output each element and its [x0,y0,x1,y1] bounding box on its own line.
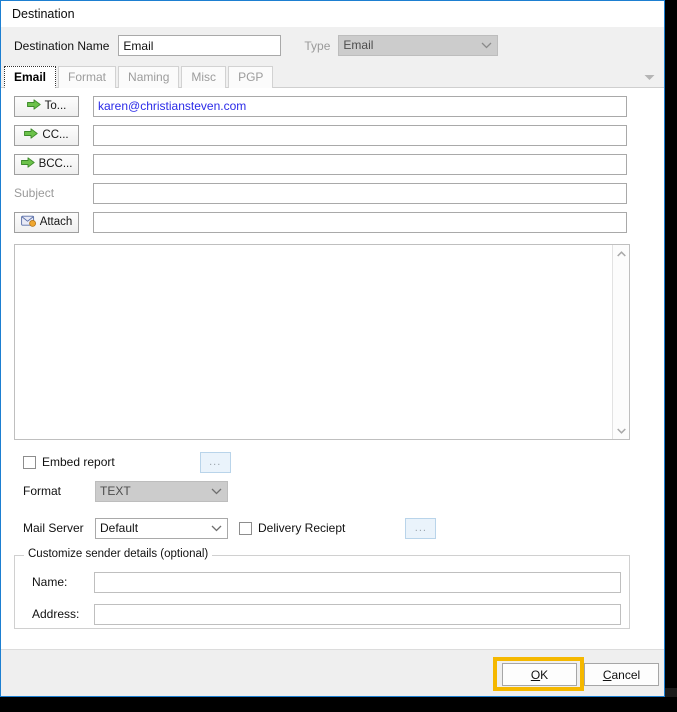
mail-server-row: Mail Server Default Delivery Reciept ... [23,517,664,539]
mail-server-browse-label: ... [414,522,427,534]
bcc-button-label: BCC... [38,158,73,170]
mail-server-label: Mail Server [23,521,84,535]
sender-address-input[interactable] [94,603,621,625]
type-dropdown[interactable]: Email [338,35,499,56]
cc-row: CC... [1,124,664,146]
dialog-title: Destination [12,7,75,21]
tab-strip: Email Format Naming Misc PGP [1,64,664,88]
sender-address-row: Address: [15,603,629,625]
scroll-down-chevron-down-icon[interactable] [613,422,630,439]
sender-name-input[interactable] [94,571,621,593]
bcc-row: BCC... [1,153,664,175]
mail-server-browse-button[interactable]: ... [405,517,437,539]
tab-misc-label: Misc [191,70,217,84]
chevron-down-icon [481,36,492,55]
embed-report-browse-button[interactable]: ... [199,451,231,473]
message-body-container [14,244,630,440]
customize-sender-group-title: Customize sender details (optional) [24,548,213,560]
subject-input[interactable] [93,182,627,204]
message-body-scrollbar[interactable] [612,245,629,439]
dialog-title-bar: Destination [1,1,664,27]
customize-sender-group: Customize sender details (optional) Name… [14,548,630,629]
tab-pgp-label: PGP [238,70,264,84]
destination-name-label: Destination Name [14,38,110,53]
chevron-down-icon [211,519,222,538]
tab-email-label: Email [14,70,47,84]
bcc-button[interactable]: BCC... [14,153,79,175]
embed-report-row: Embed report ... [23,451,664,473]
format-dropdown-value: TEXT [100,483,131,498]
delivery-receipt-group: Delivery Reciept [239,521,345,535]
tab-format[interactable]: Format [58,66,117,88]
cc-button[interactable]: CC... [14,124,79,146]
embed-report-checkbox[interactable] [23,455,36,469]
delivery-receipt-label: Delivery Reciept [258,521,346,535]
sender-name-row: Name: [15,571,629,593]
cancel-button-mnemonic: C [602,667,612,682]
format-row: Format TEXT [23,480,664,502]
tab-naming-label: Naming [128,70,170,84]
cc-input[interactable] [93,124,627,146]
mail-server-dropdown-value: Default [100,520,139,535]
subject-row: Subject [1,182,664,204]
to-row: To... [1,95,664,117]
embed-report-browse-label: ... [209,456,222,468]
tab-naming[interactable]: Naming [118,66,180,88]
attach-button-label: Attach [39,216,73,228]
destination-header-row: Destination Name Type Email [1,27,664,64]
green-arrow-icon [24,128,39,142]
attach-row: Attach [1,211,664,233]
type-dropdown-value: Email [343,38,374,52]
ok-button-mnemonic: O [530,667,541,682]
dialog-footer: OK Cancel [1,649,664,696]
to-button-label: To... [44,100,67,112]
tab-pgp[interactable]: PGP [228,66,274,88]
ok-button[interactable]: OK [502,663,577,686]
attach-input[interactable] [93,211,627,233]
destination-name-input[interactable] [118,35,282,56]
attach-button[interactable]: Attach [14,211,79,233]
tab-email[interactable]: Email [4,66,57,88]
scroll-up-chevron-up-icon[interactable] [613,245,630,262]
green-arrow-icon [20,157,35,171]
to-button[interactable]: To... [14,95,79,117]
sender-address-label: Address: [32,607,80,621]
email-tab-page: To... CC... [1,88,664,649]
cc-button-label: CC... [42,129,69,141]
tab-format-label: Format [68,70,107,84]
chevron-down-icon [211,482,222,501]
mail-server-dropdown[interactable]: Default [95,517,228,539]
cancel-button-label: ancel [611,667,641,682]
type-label: Type [304,38,331,53]
ok-button-label: K [540,667,549,682]
green-arrow-icon [26,99,41,113]
cancel-button[interactable]: Cancel [584,663,659,686]
envelope-icon [20,215,36,230]
format-label: Format [23,484,62,498]
tab-misc[interactable]: Misc [181,66,227,88]
delivery-receipt-checkbox[interactable] [239,521,252,535]
format-dropdown[interactable]: TEXT [95,480,228,502]
bcc-input[interactable] [93,153,627,175]
sender-name-label: Name: [32,575,68,589]
embed-report-label: Embed report [42,455,115,469]
tab-overflow-chevron-down-icon[interactable] [642,70,656,84]
to-input[interactable] [93,95,627,117]
subject-label: Subject [14,186,55,200]
message-body-textarea[interactable] [15,245,612,439]
destination-dialog: Destination Destination Name Type Email … [0,0,665,697]
